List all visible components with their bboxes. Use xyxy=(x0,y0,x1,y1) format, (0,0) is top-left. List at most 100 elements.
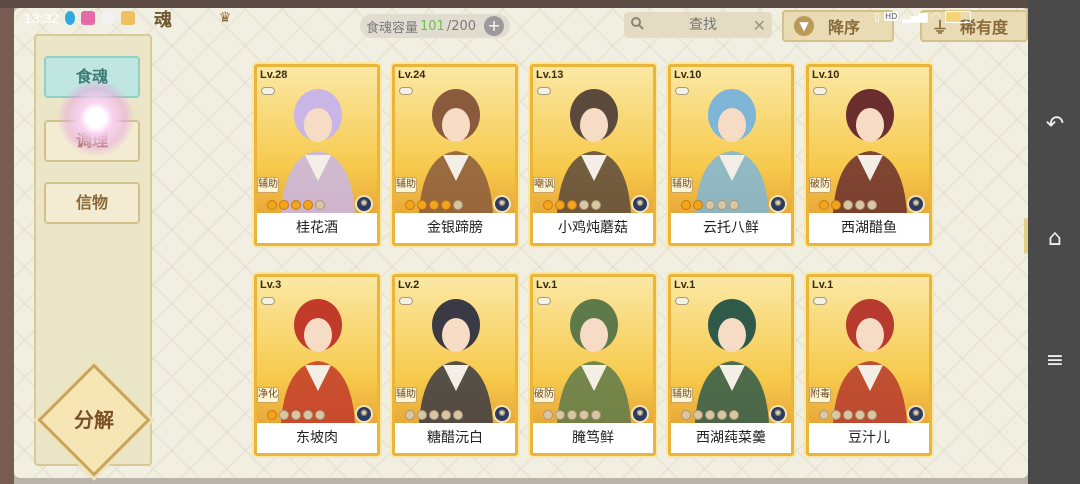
food-soul-card[interactable]: Lv.10 辅助 ✺ 云托八鲜 xyxy=(668,64,794,246)
capacity-current: 101 xyxy=(420,18,445,34)
star-empty-icon xyxy=(543,410,553,420)
search-box[interactable]: ✕ xyxy=(624,12,772,38)
food-soul-card[interactable]: Lv.10 破防 ✺ 西湖醋鱼 xyxy=(806,64,932,246)
star-empty-icon xyxy=(279,410,289,420)
food-soul-card[interactable]: Lv.3 净化 ✺ 东坡肉 xyxy=(254,274,380,456)
food-soul-card[interactable]: Lv.28 辅助 ✺ 桂花酒 xyxy=(254,64,380,246)
star-empty-icon xyxy=(555,410,565,420)
food-soul-card[interactable]: Lv.1 辅助 ✺ 西湖莼菜羹 xyxy=(668,274,794,456)
character-portrait xyxy=(557,89,631,213)
food-soul-card[interactable]: Lv.1 附毒 ✺ 豆汁儿 xyxy=(806,274,932,456)
card-role-tag: 破防 xyxy=(533,387,555,403)
star-empty-icon xyxy=(867,200,877,210)
star-empty-icon xyxy=(429,410,439,420)
star-empty-icon xyxy=(441,410,451,420)
card-level: Lv.13 xyxy=(536,69,564,81)
sidebar-item-label: 信物 xyxy=(75,193,108,212)
outer-frame-left xyxy=(0,0,14,484)
star-filled-icon xyxy=(831,200,841,210)
card-name: 云托八鲜 xyxy=(671,213,791,243)
card-art: Lv.10 辅助 ✺ xyxy=(671,67,791,213)
star-empty-icon xyxy=(729,410,739,420)
food-soul-card[interactable]: Lv.1 破防 ✺ 腌笃鲜 xyxy=(530,274,656,456)
rarity-badge-icon: ✺ xyxy=(769,405,787,423)
star-filled-icon xyxy=(555,200,565,210)
star-empty-icon xyxy=(681,410,691,420)
card-level: Lv.10 xyxy=(812,69,840,81)
star-rating xyxy=(819,200,877,210)
card-role-tag: 辅助 xyxy=(257,177,279,193)
star-empty-icon xyxy=(867,410,877,420)
star-empty-icon xyxy=(579,200,589,210)
search-clear-button[interactable]: ✕ xyxy=(753,16,766,35)
sort-order-label: 降序 xyxy=(828,18,861,37)
card-name: 腌笃鲜 xyxy=(533,423,653,453)
app-icon-gold xyxy=(121,11,136,25)
card-name: 西湖莼菜羹 xyxy=(671,423,791,453)
back-button[interactable]: ↶ xyxy=(1042,112,1068,138)
star-empty-icon xyxy=(591,200,601,210)
app-icon-white xyxy=(101,11,116,25)
star-filled-icon xyxy=(441,200,451,210)
star-filled-icon xyxy=(567,200,577,210)
food-soul-card[interactable]: Lv.2 辅助 ✺ 糖醋沅白 xyxy=(392,274,518,456)
card-role-tag: 附毒 xyxy=(809,387,831,403)
rarity-badge-icon: ✺ xyxy=(769,195,787,213)
food-soul-card[interactable]: Lv.13 嘲讽 ✺ 小鸡炖蘑菇 xyxy=(530,64,656,246)
star-empty-icon xyxy=(453,410,463,420)
card-art: Lv.13 嘲讽 ✺ xyxy=(533,67,653,213)
card-name: 金银蹄膀 xyxy=(395,213,515,243)
status-time: 13:32 xyxy=(24,10,60,26)
search-input[interactable] xyxy=(658,17,748,33)
card-level: Lv.3 xyxy=(260,279,282,291)
card-art: Lv.1 附毒 ✺ xyxy=(809,277,929,423)
card-role-tag: 净化 xyxy=(257,387,279,403)
star-rating xyxy=(267,200,325,210)
sidebar-item-token[interactable]: 信物 xyxy=(44,182,140,224)
star-filled-icon xyxy=(267,200,277,210)
card-level: Lv.1 xyxy=(536,279,558,291)
star-empty-icon xyxy=(591,410,601,420)
app-icon-blue xyxy=(65,11,76,25)
star-rating xyxy=(543,200,601,210)
star-filled-icon xyxy=(417,200,427,210)
rarity-badge-icon: ✺ xyxy=(493,405,511,423)
star-rating xyxy=(405,200,463,210)
arrow-down-icon: ▼ xyxy=(794,16,814,36)
sidebar: 食魂 调理 信物 分解 xyxy=(34,34,152,477)
card-role-tag: 破防 xyxy=(809,177,831,193)
rarity-badge-icon: ✺ xyxy=(631,195,649,213)
slot-icon xyxy=(675,87,689,95)
rarity-badge-icon: ✺ xyxy=(355,405,373,423)
capacity-add-button[interactable]: + xyxy=(484,16,505,36)
character-portrait xyxy=(281,299,355,423)
slot-icon xyxy=(675,297,689,305)
food-soul-card[interactable]: Lv.24 辅助 ✺ 金银蹄膀 xyxy=(392,64,518,246)
star-empty-icon xyxy=(819,410,829,420)
star-rating xyxy=(681,200,739,210)
menu-button[interactable]: ≡ xyxy=(1042,348,1068,374)
home-button[interactable]: ⌂ xyxy=(1042,226,1068,252)
star-rating xyxy=(681,410,739,420)
star-empty-icon xyxy=(693,410,703,420)
card-art: Lv.10 破防 ✺ xyxy=(809,67,929,213)
star-rating xyxy=(267,410,325,420)
card-art: Lv.2 辅助 ✺ xyxy=(395,277,515,423)
app-icon-pink xyxy=(81,11,96,25)
star-filled-icon xyxy=(543,200,553,210)
star-empty-icon xyxy=(315,200,325,210)
slot-icon xyxy=(261,297,275,305)
card-level: Lv.2 xyxy=(398,279,420,291)
hd-icon: HD xyxy=(884,12,899,21)
star-empty-icon xyxy=(705,200,715,210)
system-status-icons: ▯ HD ▂▄▆ ◠ xyxy=(874,10,972,23)
star-filled-icon xyxy=(429,200,439,210)
card-name: 西湖醋鱼 xyxy=(809,213,929,243)
card-art: Lv.3 净化 ✺ xyxy=(257,277,377,423)
slot-icon xyxy=(399,297,413,305)
card-name: 小鸡炖蘑菇 xyxy=(533,213,653,243)
card-name: 东坡肉 xyxy=(257,423,377,453)
star-empty-icon xyxy=(303,410,313,420)
star-empty-icon xyxy=(453,200,463,210)
card-role-tag: 辅助 xyxy=(671,177,693,193)
